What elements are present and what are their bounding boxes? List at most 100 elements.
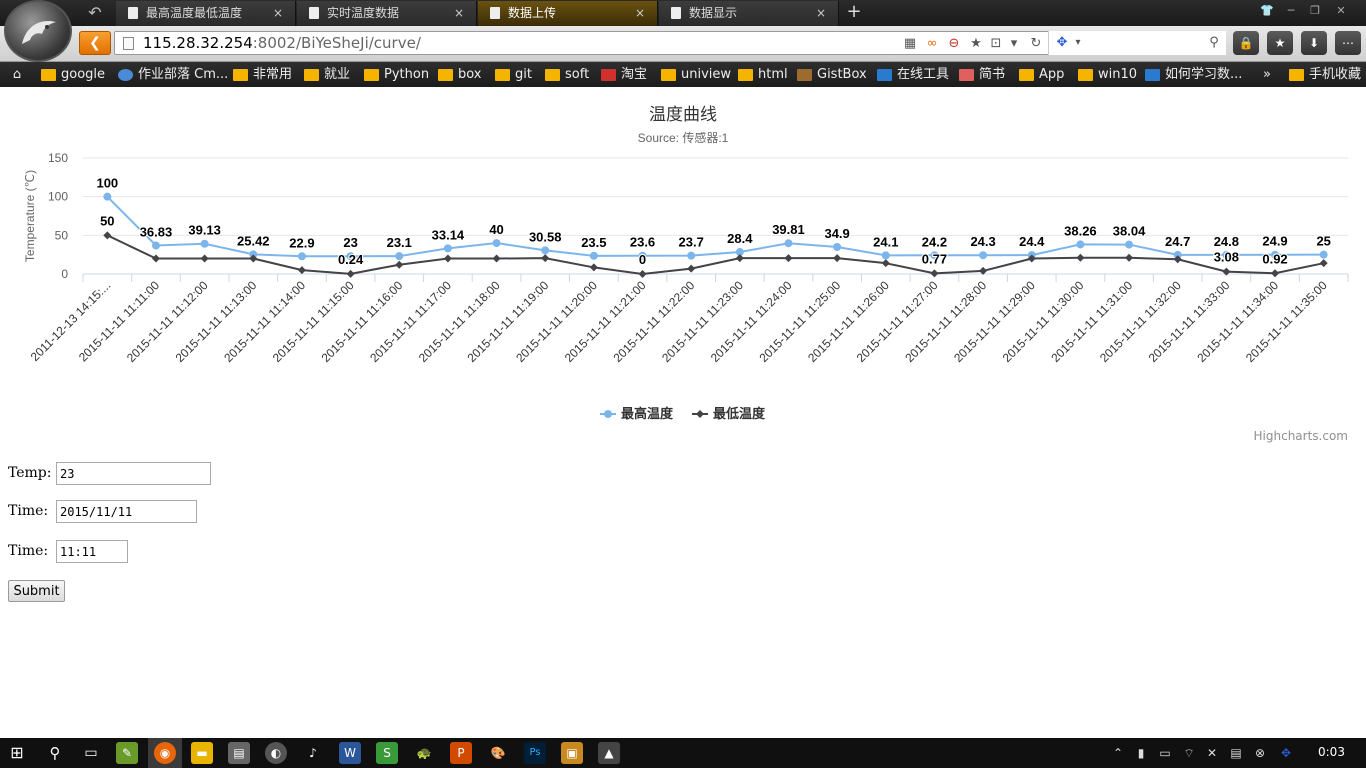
baidu-paw-icon[interactable]: ✥ [1278,745,1294,761]
close-icon[interactable]: × [635,1,645,25]
presentation-icon[interactable]: P [450,742,472,764]
tools-icon [877,69,892,81]
folder-icon [495,69,510,81]
bookmark-mobile[interactable]: 手机收藏 [1289,65,1361,85]
screenshot-icon[interactable]: ⊡ [987,35,1005,53]
data-point [687,264,696,273]
new-tab-button[interactable]: + [844,1,864,25]
bookmark-jobs[interactable]: 就业 [304,65,350,85]
bookmark-online-tools[interactable]: 在线工具 [877,65,949,85]
adblock-icon[interactable]: ⊖ [945,35,963,53]
spreadsheet-icon[interactable]: S [376,742,398,764]
folder-icon [1289,69,1304,81]
tab-data-display[interactable]: 数据显示 × [659,1,839,26]
bookmark-google[interactable]: google [41,65,105,85]
close-icon[interactable]: × [816,1,826,25]
search-input[interactable]: ✥ ▾ ⚲ [1048,31,1226,55]
bookmarks-more-button[interactable]: » [1263,65,1271,85]
chevron-down-icon[interactable]: ▾ [1069,34,1087,52]
temperature-chart: 温度曲线 Source: 传感器:1 0 50 100 150 Temperature (℃… [0,87,1366,452]
data-point [443,244,452,253]
word-icon[interactable]: W [339,742,361,764]
archive-icon[interactable]: ▣ [561,742,583,764]
tab-data-upload[interactable]: 数据上传 × [478,1,658,26]
data-point [1271,269,1280,278]
page-icon [490,7,500,19]
chevron-down-icon[interactable]: ▾ [1005,35,1023,53]
notepad-icon[interactable]: ✎ [116,742,138,764]
chart-credits[interactable]: Highcharts.com [1254,429,1348,443]
notifications-icon[interactable]: ▤ [1228,745,1244,761]
bookmark-git[interactable]: git [495,65,532,85]
music-icon[interactable]: ♪ [302,742,324,764]
turtle-icon[interactable]: 🐢 [413,742,435,764]
download-button[interactable]: ⬇ [1301,31,1327,55]
temp-input[interactable] [56,462,211,485]
star-icon[interactable]: ★ [967,35,985,53]
bookmark-html[interactable]: html [738,65,788,85]
search-icon[interactable]: ⚲ [44,742,66,764]
wifi-icon[interactable]: ⌔ [1181,745,1197,761]
bookmark-cmd[interactable]: 作业部落 Cm... [118,65,228,85]
tab-label: 数据上传 [508,6,557,20]
lock-icon[interactable]: 🔒 [1233,31,1259,55]
bookmark-uncommon[interactable]: 非常用 [233,65,292,85]
bookmark-jianshu[interactable]: 简书 [959,65,1005,85]
close-window-button[interactable]: ✕ [1330,2,1352,20]
submit-button[interactable]: Submit [8,580,65,602]
undo-close-tab-button[interactable]: ↶ [82,2,108,24]
photos-icon[interactable]: ▲ [598,742,620,764]
restore-button[interactable]: ❐ [1304,2,1326,20]
tab-realtime-temp[interactable]: 实时温度数据 × [297,1,477,26]
shirt-icon[interactable]: 👕 [1256,2,1278,20]
photoshop-icon[interactable]: Ps [524,742,546,764]
data-label: 39.81 [772,222,805,237]
favorites-star-button[interactable]: ★ [1267,31,1293,55]
data-label: 34.9 [824,226,849,241]
data-label: 24.7 [1165,234,1190,249]
bookmark-box[interactable]: box [438,65,482,85]
home-icon[interactable]: ⌂ [8,65,26,85]
chart-title: 温度曲线 [649,105,717,124]
steam-icon[interactable]: ◐ [265,742,287,764]
bookmark-python[interactable]: Python [364,65,429,85]
bookmark-taobao[interactable]: 淘宝 [601,65,647,85]
file-explorer-icon[interactable]: ▬ [191,742,213,764]
liebao-browser-icon[interactable]: ◉ [154,742,176,764]
data-point [930,269,939,278]
menu-button[interactable]: ⋯ [1335,31,1361,55]
bookmark-zhihu[interactable]: 如何学习数... [1145,65,1242,85]
time-input[interactable] [56,540,128,563]
calculator-icon[interactable]: ▤ [228,742,250,764]
data-label: 0.77 [922,251,947,266]
bookmark-uniview[interactable]: uniview [661,65,731,85]
close-icon[interactable]: × [273,1,283,25]
back-button[interactable]: ❮ [79,31,111,55]
paint-icon[interactable]: 🎨 [487,742,509,764]
data-point [151,254,160,263]
x-tick-label: 2015-11-11 11:34:00 [1194,278,1281,365]
chevron-up-icon[interactable]: ⌃ [1110,745,1126,761]
close-icon[interactable]: × [454,1,464,25]
infinity-icon[interactable]: ∞ [923,35,941,53]
qr-code-icon[interactable]: ▦ [901,35,919,53]
windows-start-icon[interactable]: ⊞ [6,742,28,764]
reload-icon[interactable]: ↻ [1027,35,1045,53]
bookmark-soft[interactable]: soft [545,65,589,85]
volume-muted-icon[interactable]: ✕ [1204,745,1220,761]
bookmark-gistbox[interactable]: GistBox [797,65,867,85]
task-view-icon[interactable]: ▭ [80,742,102,764]
battery-icon[interactable]: ▭ [1157,745,1173,761]
search-icon[interactable]: ⚲ [1205,34,1223,52]
url-text[interactable]: 115.28.32.254:8002/BiYeSheJi/curve/ [143,33,421,53]
data-label: 23.5 [581,235,606,250]
tab-max-min-temp[interactable]: 最高温度最低温度 × [116,1,296,26]
bookmark-win10[interactable]: win10 [1078,65,1137,85]
data-point [881,251,890,260]
browser-logo[interactable] [4,0,72,62]
date-input[interactable] [56,500,197,523]
minimize-button[interactable]: ─ [1280,2,1302,20]
close-circle-icon[interactable]: ⊗ [1252,745,1268,761]
bookmark-app[interactable]: App [1019,65,1064,85]
tablet-icon[interactable]: ▮ [1133,745,1149,761]
